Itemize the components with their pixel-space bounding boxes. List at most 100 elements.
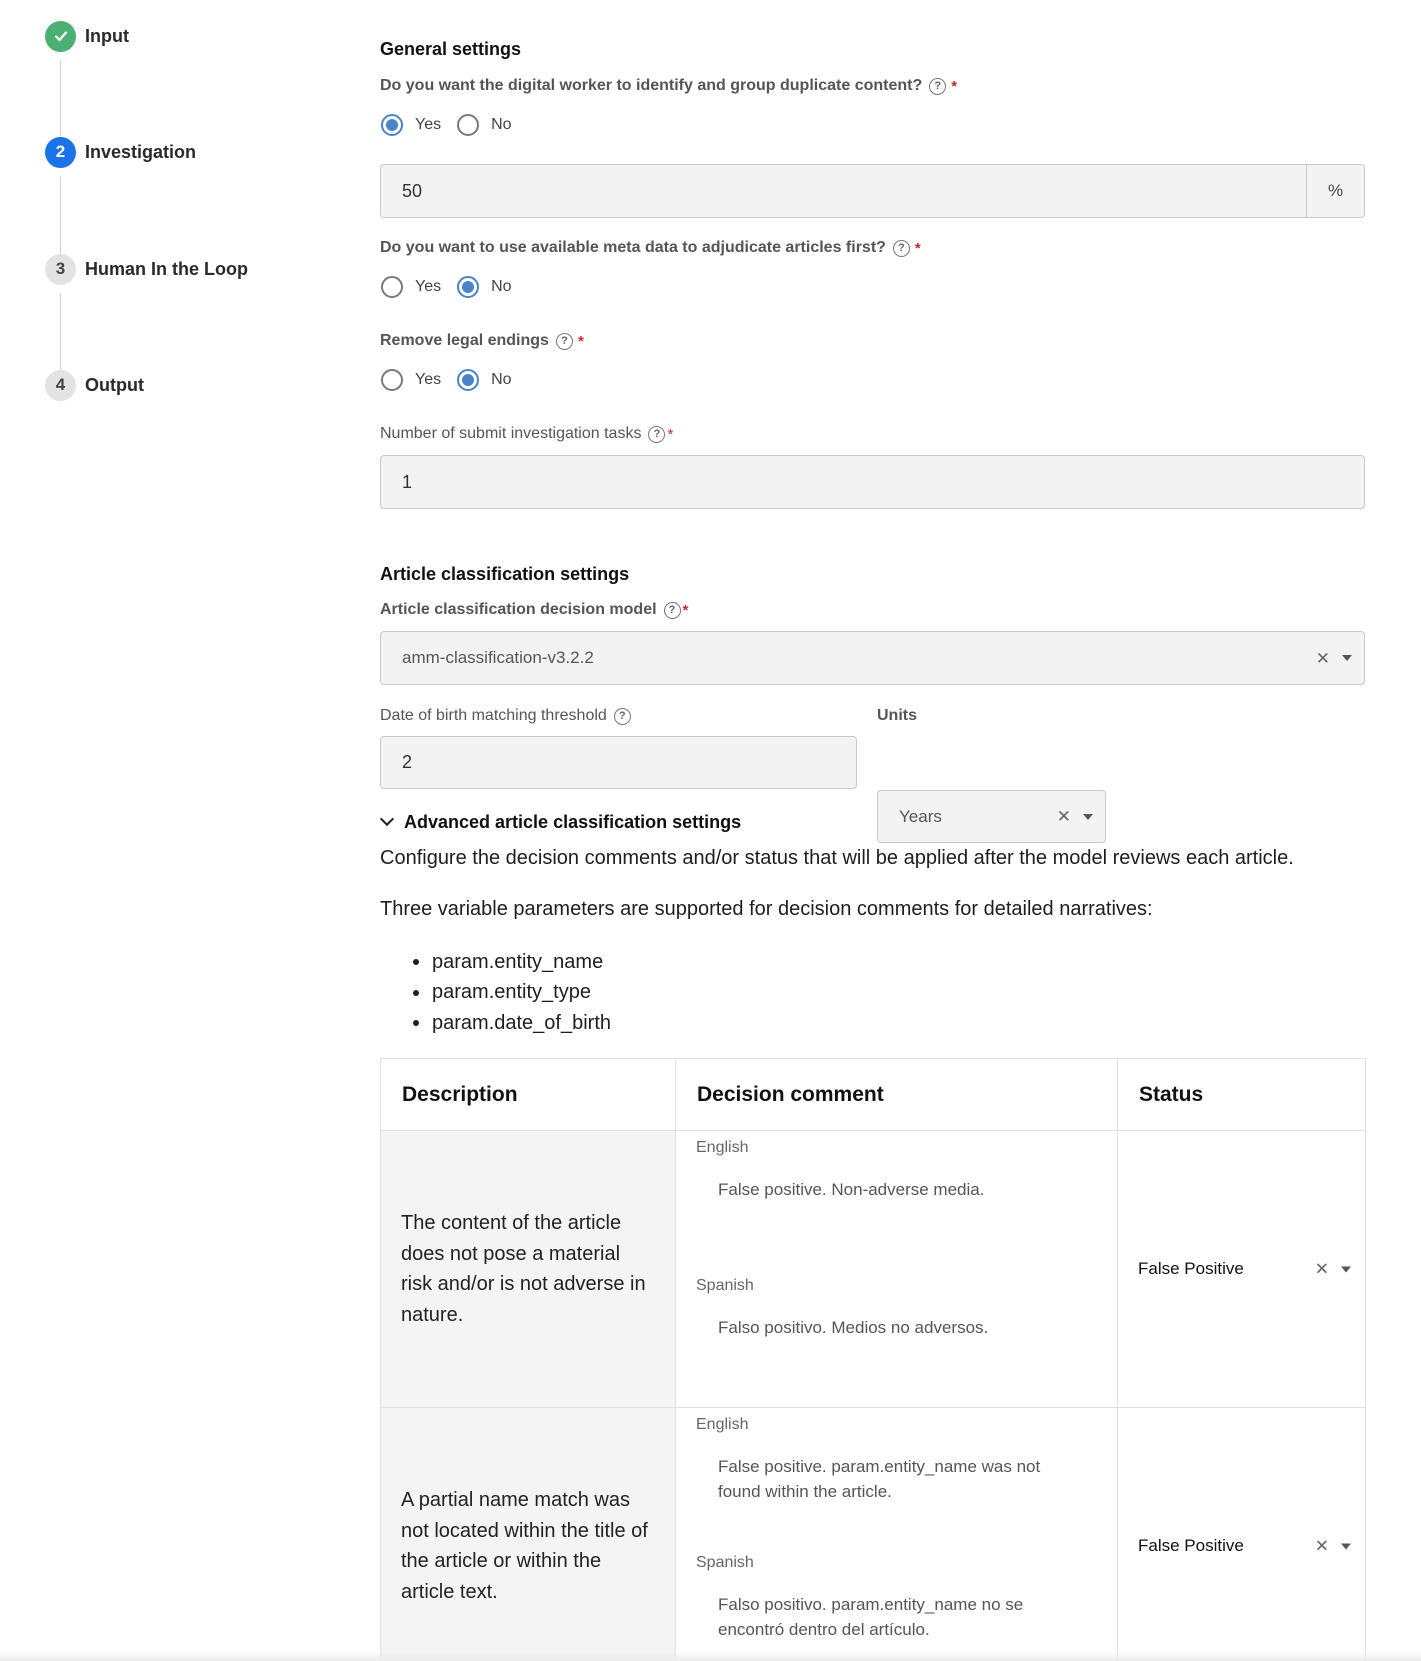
- english-comment-field[interactable]: False positive. param.entity_name was no…: [696, 1454, 1097, 1546]
- required-marker: *: [577, 332, 584, 350]
- english-label: English: [696, 1139, 749, 1156]
- model-select-value: amm-classification-v3.2.2: [402, 648, 594, 667]
- required-marker: *: [951, 77, 958, 95]
- general-settings-title: General settings: [380, 39, 522, 59]
- metadata-question-text: Do you want to use available meta data t…: [380, 239, 886, 256]
- duplicate-threshold-input[interactable]: 50 %: [380, 164, 1365, 218]
- step-number: 3: [45, 253, 76, 285]
- dob-threshold-input[interactable]: 2: [380, 736, 857, 789]
- status-value: False Positive: [1138, 1259, 1244, 1278]
- metadata-no-radio[interactable]: No: [457, 276, 512, 298]
- step-human-in-the-loop[interactable]: 3 Human In the Loop: [45, 253, 248, 285]
- params-list: param.entity_name param.entity_type para…: [413, 947, 611, 1039]
- help-icon[interactable]: ?: [663, 601, 681, 619]
- step-output[interactable]: 4 Output: [45, 369, 144, 401]
- spanish-comment-field[interactable]: Falso positivo. param.entity_name no se …: [696, 1592, 1097, 1642]
- column-header-decision-comment: Decision comment: [675, 1058, 1118, 1131]
- radio-label: No: [491, 116, 512, 133]
- english-label: English: [696, 1416, 749, 1433]
- radio-label: No: [491, 371, 512, 388]
- stepper-connector: [60, 177, 61, 261]
- list-item: param.date_of_birth: [413, 1008, 611, 1039]
- metadata-yes-radio[interactable]: Yes: [381, 276, 441, 298]
- spanish-label: Spanish: [696, 1554, 754, 1571]
- check-icon: [45, 20, 76, 52]
- tasks-input[interactable]: 1: [380, 455, 1365, 509]
- row-decision-comment: English False positive. param.entity_nam…: [675, 1407, 1118, 1661]
- units-select[interactable]: Years ✕: [877, 790, 1106, 843]
- params-intro: Three variable parameters are supported …: [380, 898, 1153, 920]
- clear-icon[interactable]: ✕: [1057, 808, 1071, 825]
- advanced-title: Advanced article classification settings: [404, 812, 742, 832]
- step-number: 4: [45, 369, 76, 401]
- radio-selected-icon: [381, 114, 403, 136]
- tasks-label-text: Number of submit investigation tasks: [380, 425, 642, 442]
- step-label: Human In the Loop: [85, 258, 248, 279]
- duplicate-radio-group: Yes No: [381, 114, 528, 136]
- radio-selected-icon: [457, 369, 480, 391]
- status-select[interactable]: False Positive ✕: [1117, 1130, 1366, 1408]
- model-label-text: Article classification decision model: [380, 601, 657, 618]
- row-decision-comment: English False positive. Non-adverse medi…: [675, 1130, 1118, 1408]
- clear-icon[interactable]: ✕: [1315, 1261, 1329, 1278]
- chevron-down-icon: [379, 811, 395, 826]
- step-input[interactable]: Input: [45, 20, 129, 52]
- caret-down-icon[interactable]: [1083, 813, 1093, 820]
- model-select[interactable]: amm-classification-v3.2.2 ✕: [380, 631, 1365, 685]
- legal-endings-question: Remove legal endings ? *: [380, 332, 584, 350]
- clear-icon[interactable]: ✕: [1316, 650, 1330, 667]
- step-label: Input: [85, 25, 129, 46]
- step-investigation[interactable]: 2 Investigation: [45, 136, 196, 168]
- help-icon[interactable]: ?: [613, 707, 631, 725]
- duplicate-yes-radio[interactable]: Yes: [381, 114, 441, 136]
- legal-endings-radio-group: Yes No: [381, 369, 528, 391]
- legal-endings-no-radio[interactable]: No: [457, 369, 512, 391]
- caret-down-icon[interactable]: [1342, 655, 1352, 661]
- table-header-row: Description Decision comment Status: [380, 1058, 1366, 1131]
- clear-icon[interactable]: ✕: [1315, 1538, 1329, 1555]
- radio-unselected-icon: [457, 114, 480, 136]
- help-icon[interactable]: ?: [555, 332, 573, 350]
- status-value: False Positive: [1138, 1536, 1244, 1555]
- list-item: param.entity_type: [413, 978, 611, 1009]
- help-icon[interactable]: ?: [929, 77, 947, 95]
- caret-down-icon[interactable]: [1341, 1543, 1351, 1549]
- radio-label: Yes: [415, 116, 442, 133]
- duplicate-question-text: Do you want the digital worker to identi…: [380, 77, 923, 94]
- duplicate-no-radio[interactable]: No: [457, 114, 512, 136]
- table-row: The content of the article does not pose…: [380, 1130, 1366, 1408]
- tasks-label: Number of submit investigation tasks ? *: [380, 425, 673, 443]
- step-label: Investigation: [85, 141, 197, 162]
- duplicate-threshold-value: 50: [402, 180, 423, 201]
- spanish-comment-field[interactable]: Falso positivo. Medios no adversos.: [696, 1315, 1097, 1340]
- help-icon[interactable]: ?: [892, 239, 910, 257]
- radio-label: No: [491, 278, 512, 295]
- radio-selected-icon: [457, 276, 480, 298]
- dob-threshold-label: Date of birth matching threshold ?: [380, 707, 631, 725]
- required-marker: *: [682, 601, 689, 619]
- dob-threshold-value: 2: [402, 752, 413, 772]
- radio-unselected-icon: [381, 276, 403, 298]
- column-header-description: Description: [380, 1058, 676, 1131]
- row-description: The content of the article does not pose…: [380, 1130, 676, 1408]
- step-number: 2: [45, 136, 76, 168]
- legal-endings-yes-radio[interactable]: Yes: [381, 369, 441, 391]
- advanced-intro: Configure the decision comments and/or s…: [380, 847, 1294, 869]
- stepper-connector: [60, 60, 61, 144]
- advanced-toggle[interactable]: Advanced article classification settings: [379, 811, 742, 833]
- row-description: A partial name match was not located wit…: [380, 1407, 676, 1661]
- status-select[interactable]: False Positive ✕: [1117, 1407, 1366, 1661]
- units-select-value: Years: [899, 806, 942, 826]
- settings-form: General settings Do you want the digital…: [379, 0, 1366, 1661]
- required-marker: *: [667, 425, 674, 443]
- dob-threshold-label-text: Date of birth matching threshold: [380, 707, 607, 724]
- required-marker: *: [914, 239, 921, 257]
- stepper-connector: [60, 293, 61, 377]
- caret-down-icon[interactable]: [1341, 1266, 1351, 1272]
- english-comment-field[interactable]: False positive. Non-adverse media.: [696, 1177, 1097, 1269]
- model-label: Article classification decision model ? …: [380, 601, 688, 619]
- table-row: A partial name match was not located wit…: [380, 1407, 1366, 1661]
- help-icon[interactable]: ?: [648, 425, 666, 443]
- units-label: Units: [877, 707, 917, 724]
- bottom-shadow: [0, 1651, 1421, 1661]
